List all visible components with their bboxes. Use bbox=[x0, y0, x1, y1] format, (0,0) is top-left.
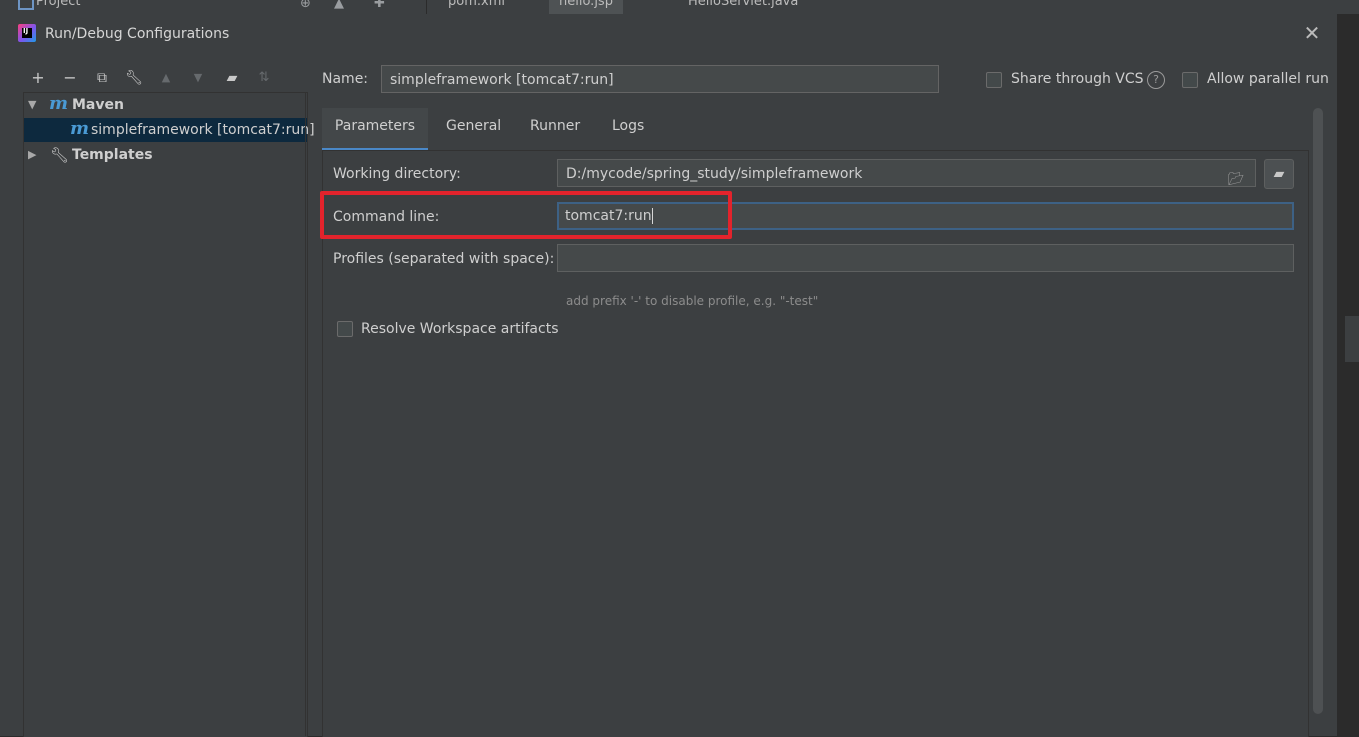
tab-runner[interactable]: Runner bbox=[530, 108, 580, 148]
editor-gutter-mark bbox=[1345, 316, 1359, 362]
copy-icon[interactable]: ⧉ bbox=[90, 66, 114, 90]
working-directory-field[interactable]: D:/mycode/spring_study/simpleframework 📂… bbox=[557, 159, 1256, 187]
add-icon[interactable]: + bbox=[26, 66, 50, 90]
profiles-hint: add prefix '-' to disable profile, e.g. … bbox=[566, 294, 819, 308]
project-label[interactable]: Project bbox=[36, 0, 80, 9]
tab-hello-servlet[interactable]: HelloServlet.java bbox=[688, 0, 798, 14]
vertical-scrollbar[interactable] bbox=[1313, 108, 1323, 714]
tab-parameters[interactable]: Parameters bbox=[322, 108, 428, 151]
command-line-value: tomcat7:run bbox=[565, 208, 652, 224]
new-folder-icon[interactable]: ▰ bbox=[220, 66, 244, 90]
text-caret bbox=[651, 208, 653, 224]
tab-logs[interactable]: Logs bbox=[612, 108, 644, 148]
project-icon bbox=[18, 0, 34, 10]
maven-icon: m bbox=[49, 93, 69, 114]
profiles-label: Profiles (separated with space): bbox=[333, 251, 555, 267]
run-debug-dialog: IJ Run/Debug Configurations ✕ + − ⧉ 🔧︎ ▲… bbox=[8, 14, 1337, 737]
tree-label-templates: Templates bbox=[72, 147, 153, 163]
share-vcs-checkbox[interactable] bbox=[986, 72, 1002, 88]
command-line-label: Command line: bbox=[333, 209, 440, 225]
config-toolbar: + − ⧉ 🔧︎ ▲ ▼ ▰ ⇅ bbox=[26, 66, 302, 90]
sort-icon[interactable]: ⇅ bbox=[252, 66, 276, 90]
dialog-title: Run/Debug Configurations bbox=[45, 26, 230, 42]
wrench-icon[interactable]: 🔧︎ bbox=[122, 66, 146, 90]
move-down-icon[interactable]: ▼ bbox=[186, 66, 210, 90]
settings-icon[interactable]: ✚ bbox=[374, 0, 385, 11]
name-label: Name: bbox=[322, 71, 369, 87]
tab-pom-xml[interactable]: pom.xml bbox=[448, 0, 505, 14]
allow-parallel-checkbox[interactable] bbox=[1182, 72, 1198, 88]
parameters-panel: Working directory: D:/mycode/spring_stud… bbox=[322, 150, 1309, 737]
ide-top-bar: Project ⊕ ▲ ✚ pom.xml hello.jsp HelloSer… bbox=[8, 0, 1359, 17]
wrench-icon: 🔧︎ bbox=[50, 146, 70, 164]
remove-icon[interactable]: − bbox=[58, 66, 82, 90]
intellij-logo-icon: IJ bbox=[18, 24, 36, 42]
allow-parallel-label[interactable]: Allow parallel run bbox=[1207, 71, 1329, 87]
maven-icon: m bbox=[70, 118, 90, 139]
name-field[interactable]: simpleframework [tomcat7:run] bbox=[381, 65, 939, 93]
expand-arrow-icon[interactable]: ▼ bbox=[28, 93, 36, 117]
command-line-field[interactable]: tomcat7:run bbox=[557, 202, 1294, 230]
resolve-workspace-checkbox[interactable] bbox=[337, 321, 353, 337]
tree-node-config[interactable]: m simpleframework [tomcat7:run] bbox=[24, 118, 315, 142]
collapse-arrow-icon[interactable]: ▶ bbox=[28, 143, 36, 167]
collapse-icon[interactable]: ▲ bbox=[334, 0, 344, 11]
tree-node-maven[interactable]: ▼ m Maven bbox=[24, 93, 307, 117]
help-icon[interactable]: ? bbox=[1147, 71, 1165, 89]
panel-splitter[interactable] bbox=[305, 92, 306, 736]
move-up-icon[interactable]: ▲ bbox=[154, 66, 178, 90]
folder-open-icon[interactable]: 📂︎ bbox=[1228, 166, 1246, 187]
working-directory-value: D:/mycode/spring_study/simpleframework bbox=[566, 166, 863, 182]
tab-general[interactable]: General bbox=[446, 108, 501, 148]
tree-node-templates[interactable]: ▶ 🔧︎ Templates bbox=[24, 143, 307, 167]
share-vcs-label[interactable]: Share through VCS bbox=[1011, 71, 1144, 87]
tree-label-config: simpleframework [tomcat7:run] bbox=[91, 122, 315, 138]
ide-right-strip bbox=[1337, 14, 1359, 736]
browse-folder-button[interactable]: ▰ bbox=[1264, 159, 1294, 189]
close-icon[interactable]: ✕ bbox=[1301, 22, 1323, 44]
working-directory-label: Working directory: bbox=[333, 166, 461, 182]
dialog-titlebar: IJ Run/Debug Configurations ✕ bbox=[8, 14, 1337, 54]
resolve-workspace-label[interactable]: Resolve Workspace artifacts bbox=[361, 321, 558, 337]
profiles-field[interactable] bbox=[557, 244, 1294, 272]
divider bbox=[426, 0, 427, 14]
tree-label-maven: Maven bbox=[72, 97, 124, 113]
locate-icon[interactable]: ⊕ bbox=[300, 0, 311, 11]
config-tree: ▼ m Maven m simpleframework [tomcat7:run… bbox=[23, 92, 315, 737]
